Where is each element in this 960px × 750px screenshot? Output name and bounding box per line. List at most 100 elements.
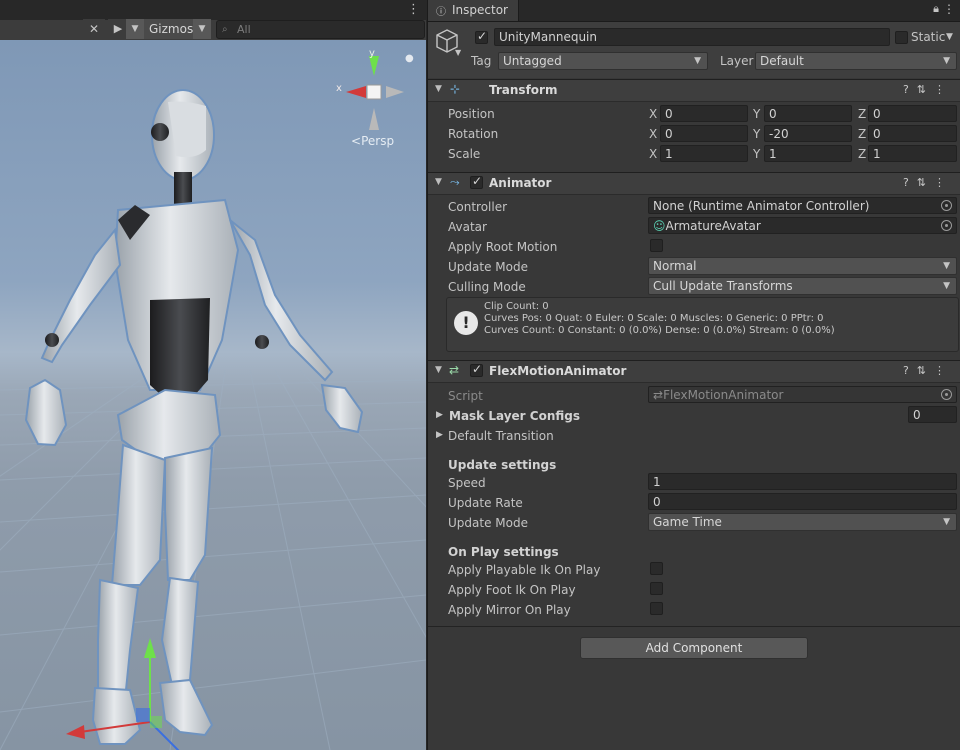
help-icon[interactable]: ? <box>903 364 917 377</box>
culling-mode-dropdown[interactable]: Cull Update Transforms ▼ <box>648 277 957 295</box>
animator-enabled-checkbox[interactable] <box>470 174 483 189</box>
mirror-label: Apply Mirror On Play <box>448 603 571 617</box>
tag-label: Tag <box>471 54 492 68</box>
tools-icon[interactable]: ✕ <box>83 19 105 39</box>
object-picker-icon[interactable] <box>941 200 952 211</box>
transform-body: Position X 0 Y 0 Z 0 Rotation X 0 Y -20 … <box>428 101 960 171</box>
orientation-gizmo <box>346 56 404 130</box>
playable-ik-checkbox[interactable] <box>650 562 663 575</box>
tab-inspector[interactable]: ⓘ Inspector <box>428 0 519 21</box>
axis-z-label: Z <box>858 147 867 161</box>
scale-x-field[interactable]: 1 <box>660 145 748 162</box>
static-dropdown-icon[interactable]: ▼ <box>946 32 953 42</box>
scene-search-input[interactable]: ⌕ All <box>216 20 425 39</box>
static-checkbox[interactable] <box>895 31 908 44</box>
axis-z-label: Z <box>858 107 867 121</box>
gizmos-button[interactable]: Gizmos <box>144 19 196 39</box>
gizmo-lock-icon[interactable]: ● <box>405 53 414 64</box>
controller-value: None (Runtime Animator Controller) <box>653 199 870 213</box>
info-line: Curves Pos: 0 Quat: 0 Euler: 0 Scale: 0 … <box>484 313 824 324</box>
transform-icon: ⊹ <box>450 82 461 96</box>
flexmotion-header[interactable]: ▼ ⇄ FlexMotionAnimator ?⇅⋮ <box>428 360 960 383</box>
flex-update-mode-dropdown[interactable]: Game Time ▼ <box>648 513 957 531</box>
component-more-icon[interactable]: ⋮ <box>934 176 953 189</box>
rotation-x-field[interactable]: 0 <box>660 125 748 142</box>
component-more-icon[interactable]: ⋮ <box>934 364 953 377</box>
default-transition-fold-icon[interactable]: ▶ <box>436 430 443 440</box>
help-icon[interactable]: ? <box>903 176 917 189</box>
foot-ik-label: Apply Foot Ik On Play <box>448 583 576 597</box>
info-icon: ⓘ <box>436 7 446 18</box>
position-y-field[interactable]: 0 <box>764 105 852 122</box>
object-header: ▼ UnityMannequin Static ▼ Tag Untagged ▼… <box>428 22 960 78</box>
help-icon[interactable]: ? <box>903 83 917 96</box>
mask-layer-fold-icon[interactable]: ▶ <box>436 410 443 420</box>
foot-ik-checkbox[interactable] <box>650 582 663 595</box>
divider <box>428 626 960 627</box>
scale-z-field[interactable]: 1 <box>868 145 957 162</box>
apply-root-motion-checkbox[interactable] <box>650 239 663 252</box>
mirror-checkbox[interactable] <box>650 602 663 615</box>
axis-y-label: Y <box>753 147 761 161</box>
static-label: Static <box>911 30 946 44</box>
flexmotion-enabled-checkbox[interactable] <box>470 362 483 377</box>
update-mode-label: Update Mode <box>448 260 528 274</box>
update-settings-title: Update settings <box>448 458 557 472</box>
default-transition-label[interactable]: Default Transition <box>448 429 554 443</box>
projection-toggle[interactable]: <Persp <box>351 134 394 148</box>
lock-icon[interactable]: 🔒︎ <box>933 2 939 16</box>
gizmos-dropdown-icon[interactable]: ▼ <box>193 19 211 39</box>
presets-icon[interactable]: ⇅ <box>917 364 934 377</box>
projection-label: Persp <box>361 134 395 148</box>
chevron-down-icon: ▼ <box>943 281 950 291</box>
component-more-icon[interactable]: ⋮ <box>934 83 953 96</box>
update-rate-field[interactable]: 0 <box>648 493 957 510</box>
search-placeholder: All <box>237 23 251 36</box>
layer-dropdown[interactable]: Default ▼ <box>755 52 957 70</box>
component-header-icons: ?⇅⋮ <box>903 176 953 189</box>
fold-arrow-icon[interactable]: ▼ <box>435 84 442 94</box>
update-mode-dropdown[interactable]: Normal ▼ <box>648 257 957 275</box>
add-component-button[interactable]: Add Component <box>580 637 808 659</box>
camera-icon[interactable]: ▶ <box>108 19 128 39</box>
playable-ik-label: Apply Playable Ik On Play <box>448 563 601 577</box>
scene-more-icon[interactable]: ⋮ <box>407 2 420 17</box>
update-mode-value: Normal <box>653 259 697 273</box>
animator-header[interactable]: ▼ ⤳ Animator ?⇅⋮ <box>428 172 960 195</box>
mask-layer-count-field[interactable]: 0 <box>908 406 957 423</box>
flex-update-mode-label: Update Mode <box>448 516 528 530</box>
object-name-field[interactable]: UnityMannequin <box>494 28 890 46</box>
position-z-field[interactable]: 0 <box>868 105 957 122</box>
tag-dropdown[interactable]: Untagged ▼ <box>498 52 708 70</box>
active-checkbox[interactable] <box>475 29 488 44</box>
controller-field[interactable]: None (Runtime Animator Controller) <box>648 197 957 214</box>
info-line: Clip Count: 0 <box>484 301 549 312</box>
inspector-more-icon[interactable]: ⋮ <box>943 2 955 16</box>
script-label: Script <box>448 389 483 403</box>
scale-y-field[interactable]: 1 <box>764 145 852 162</box>
axis-x-label: X <box>649 107 658 121</box>
chevron-down-icon: ▼ <box>943 56 950 66</box>
script-value: FlexMotionAnimator <box>663 388 784 402</box>
mask-layer-configs-label[interactable]: Mask Layer Configs <box>449 409 580 423</box>
scene-view[interactable]: y x ● <Persp ⋮ ✕ ▶ ▼ Gizmos ▼ ⌕ All <box>0 0 426 750</box>
fold-arrow-icon[interactable]: ▼ <box>435 177 442 187</box>
position-label: Position <box>448 107 495 121</box>
presets-icon[interactable]: ⇅ <box>917 83 934 96</box>
fold-arrow-icon[interactable]: ▼ <box>435 365 442 375</box>
object-picker-icon[interactable] <box>941 220 952 231</box>
speed-field[interactable]: 1 <box>648 473 957 490</box>
position-x-field[interactable]: 0 <box>660 105 748 122</box>
rotation-z-field[interactable]: 0 <box>868 125 957 142</box>
transform-title: Transform <box>489 83 558 97</box>
apply-root-motion-label: Apply Root Motion <box>448 240 558 254</box>
chevron-down-icon: ▼ <box>943 261 950 271</box>
rotation-y-field[interactable]: -20 <box>764 125 852 142</box>
avatar-field[interactable]: ☺ArmatureAvatar <box>648 217 957 234</box>
scene-toolbar: ⋮ ✕ ▶ ▼ Gizmos ▼ ⌕ All <box>0 0 426 40</box>
tag-value: Untagged <box>503 54 562 68</box>
camera-dropdown-icon[interactable]: ▼ <box>126 19 144 39</box>
icon-dropdown-icon[interactable]: ▼ <box>455 48 461 57</box>
transform-header[interactable]: ▼ ⊹ Transform ?⇅⋮ <box>428 79 960 102</box>
presets-icon[interactable]: ⇅ <box>917 176 934 189</box>
